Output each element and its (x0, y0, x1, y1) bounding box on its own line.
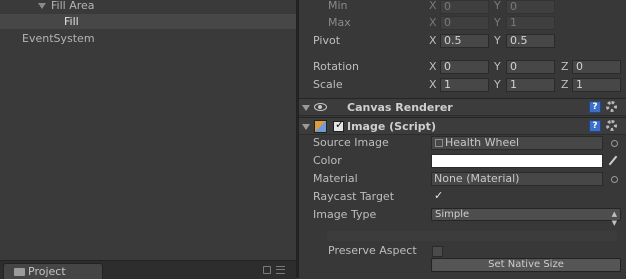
rotation-x-field[interactable]: 0 (440, 60, 489, 74)
min-label: Min (328, 0, 348, 12)
pivot-label: Pivot (313, 34, 341, 47)
image-component-icon (314, 120, 327, 133)
inspector-panel: Min X 0 Y 0 Max X 0 Y 1 Pivot X 0.5 Y 0.… (299, 0, 626, 278)
source-image-label: Source Image (313, 136, 389, 149)
folder-icon (14, 268, 25, 276)
material-field[interactable]: None (Material) (431, 172, 603, 186)
canvas-renderer-title: Canvas Renderer (347, 101, 453, 114)
hierarchy-item-fill-area[interactable]: Fill Area (0, 0, 331, 13)
rotation-x-axis-label: X (429, 60, 437, 73)
scale-z-axis-label: Z (561, 78, 569, 91)
preserve-aspect-label: Preserve Aspect (328, 244, 417, 257)
pivot-x-axis-label: X (429, 34, 437, 47)
max-y-field[interactable]: 1 (506, 16, 555, 30)
min-y-field[interactable]: 0 (506, 0, 555, 14)
menu-icon[interactable] (276, 266, 285, 274)
source-image-field[interactable]: Health Wheel (431, 136, 603, 150)
scale-x-axis-label: X (429, 78, 437, 91)
rotation-y-axis-label: Y (494, 60, 501, 73)
sprite-icon (435, 139, 443, 147)
hierarchy-item-eventsystem[interactable]: EventSystem (0, 31, 315, 46)
eyedropper-icon[interactable] (608, 155, 618, 166)
max-label: Max (328, 16, 351, 29)
lock-icon[interactable] (263, 266, 271, 274)
tab-project[interactable]: Project (3, 263, 103, 279)
foldout-open-icon[interactable] (38, 3, 46, 9)
rotation-y-field[interactable]: 0 (506, 60, 555, 74)
color-field[interactable] (431, 154, 603, 168)
scale-y-axis-label: Y (494, 78, 501, 91)
gear-icon[interactable] (606, 120, 617, 131)
min-x-axis-label: X (429, 0, 437, 12)
raycast-target-checkbox[interactable]: ✓ (432, 189, 443, 203)
object-picker-icon[interactable] (611, 140, 618, 147)
rotation-z-axis-label: Z (561, 60, 569, 73)
image-type-dropdown[interactable]: Simple ▲ ▼ (431, 208, 621, 227)
foldout-open-icon[interactable] (302, 105, 310, 111)
rotation-label: Rotation (313, 60, 360, 73)
max-x-axis-label: X (429, 16, 437, 29)
color-label: Color (313, 154, 342, 167)
pivot-y-axis-label: Y (494, 34, 501, 47)
canvas-renderer-header[interactable]: Canvas Renderer ? (299, 98, 626, 116)
hierarchy-panel: Fill Area Fill EventSystem Project (0, 0, 357, 279)
material-label: Material (313, 172, 358, 185)
help-icon[interactable]: ? (589, 120, 601, 132)
object-picker-icon[interactable] (611, 176, 618, 183)
image-type-label: Image Type (313, 208, 377, 221)
eye-icon (314, 103, 327, 111)
min-x-field[interactable]: 0 (440, 0, 489, 14)
collapsed-section-divider (327, 231, 617, 241)
rotation-z-field[interactable]: 0 (572, 60, 621, 74)
scale-x-field[interactable]: 1 (440, 78, 489, 92)
pivot-x-field[interactable]: 0.5 (440, 34, 489, 48)
image-script-title: Image (Script) (347, 120, 436, 133)
scale-z-field[interactable]: 1 (572, 78, 621, 92)
project-bar: Project (0, 260, 296, 279)
preserve-aspect-checkbox[interactable] (432, 246, 443, 257)
image-script-enabled-checkbox[interactable]: ✓ (333, 118, 344, 132)
raycast-target-label: Raycast Target (313, 190, 395, 203)
max-y-axis-label: Y (494, 16, 501, 29)
gear-icon[interactable] (606, 101, 617, 112)
foldout-open-icon[interactable] (302, 124, 310, 130)
pivot-y-field[interactable]: 0.5 (506, 34, 555, 48)
help-icon[interactable]: ? (589, 101, 601, 113)
scale-label: Scale (313, 78, 343, 91)
set-native-size-button[interactable]: Set Native Size (431, 258, 621, 272)
scale-y-field[interactable]: 1 (506, 78, 555, 92)
min-y-axis-label: Y (494, 0, 501, 12)
image-script-header[interactable]: ✓ Image (Script) ? (299, 117, 626, 135)
max-x-field[interactable]: 0 (440, 16, 489, 30)
dropdown-arrow-icon: ▲ ▼ (611, 210, 617, 227)
